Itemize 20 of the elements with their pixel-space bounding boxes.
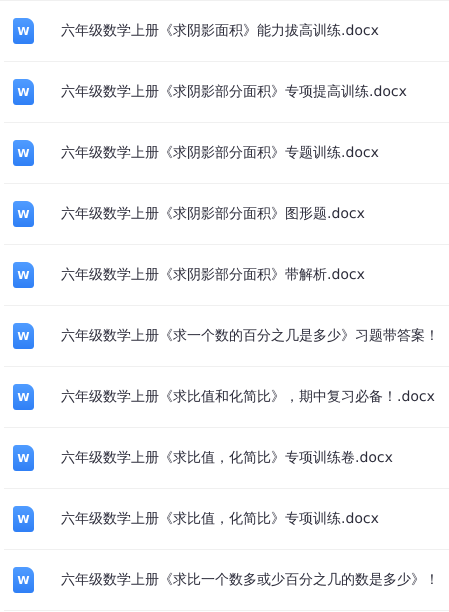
word-document-icon: W [13,323,34,349]
file-name-link[interactable]: 六年级数学上册《求比值，化简比》专项训练.docx [61,510,379,528]
word-document-icon: W [13,140,34,166]
file-name-link[interactable]: 六年级数学上册《求阴影部分面积》图形题.docx [61,205,365,223]
word-document-icon: W [13,567,34,593]
word-document-icon: W [13,445,34,471]
word-document-icon: W [13,262,34,288]
file-name-link[interactable]: 六年级数学上册《求阴影部分面积》专项提高训练.docx [61,83,407,101]
file-name-link[interactable]: 六年级数学上册《求一个数的百分之几是多少》习题带答案！ [61,327,439,345]
file-name-link[interactable]: 六年级数学上册《求比值和化简比》，期中复习必备！.docx [61,388,435,406]
word-document-icon: W [13,384,34,410]
word-document-icon: W [13,18,34,44]
file-name-link[interactable]: 六年级数学上册《求比一个数多或少百分之几的数是多少》！ [61,571,439,589]
file-name-link[interactable]: 六年级数学上册《求阴影部分面积》专题训练.docx [61,144,379,162]
word-document-icon: W [13,201,34,227]
file-name-link[interactable]: 六年级数学上册《求阴影部分面积》带解析.docx [61,266,365,284]
file-name-link[interactable]: 六年级数学上册《求阴影面积》能力拔高训练.docx [61,22,379,40]
word-document-icon: W [13,506,34,532]
file-name-link[interactable]: 六年级数学上册《求比值，化简比》专项训练卷.docx [61,449,393,467]
word-document-icon: W [13,79,34,105]
